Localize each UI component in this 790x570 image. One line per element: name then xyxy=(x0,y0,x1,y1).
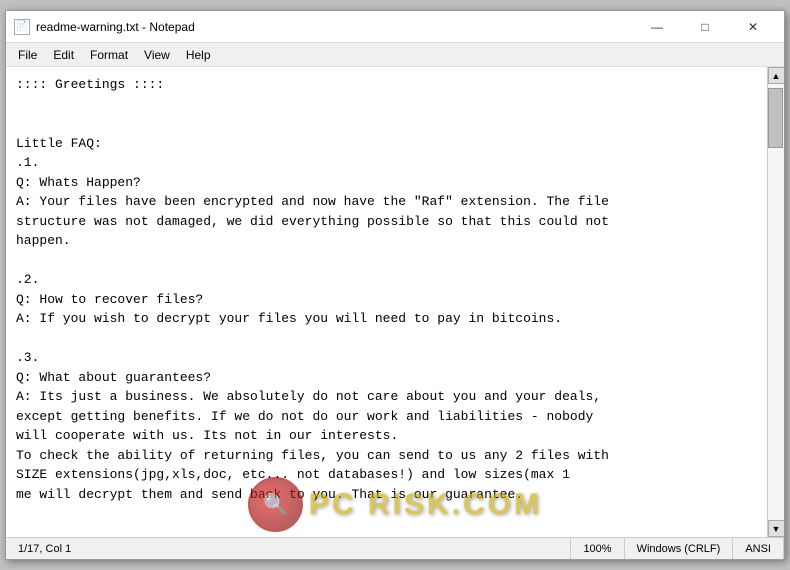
menu-edit[interactable]: Edit xyxy=(45,46,82,64)
scroll-up-button[interactable]: ▲ xyxy=(768,67,785,84)
window-title: readme-warning.txt - Notepad xyxy=(36,20,195,34)
menu-file[interactable]: File xyxy=(10,46,45,64)
status-bar: 1/17, Col 1 100% Windows (CRLF) ANSI xyxy=(6,537,784,559)
content-area: :::: Greetings :::: Little FAQ: .1. Q: W… xyxy=(6,67,784,537)
scroll-track[interactable] xyxy=(768,84,784,520)
menu-format[interactable]: Format xyxy=(82,46,136,64)
text-editor[interactable]: :::: Greetings :::: Little FAQ: .1. Q: W… xyxy=(6,67,767,537)
menu-bar: File Edit Format View Help xyxy=(6,43,784,67)
encoding: ANSI xyxy=(733,538,784,559)
vertical-scrollbar[interactable]: ▲ ▼ xyxy=(767,67,784,537)
maximize-button[interactable]: □ xyxy=(682,12,728,42)
title-bar-left: 📄 readme-warning.txt - Notepad xyxy=(14,19,195,35)
scroll-thumb[interactable] xyxy=(768,88,783,148)
close-button[interactable]: ✕ xyxy=(730,12,776,42)
zoom-level: 100% xyxy=(571,538,624,559)
title-bar-buttons: — □ ✕ xyxy=(634,12,776,42)
scroll-down-button[interactable]: ▼ xyxy=(768,520,785,537)
menu-help[interactable]: Help xyxy=(178,46,219,64)
minimize-button[interactable]: — xyxy=(634,12,680,42)
title-bar: 📄 readme-warning.txt - Notepad — □ ✕ xyxy=(6,11,784,43)
app-icon: 📄 xyxy=(14,19,30,35)
cursor-position: 1/17, Col 1 xyxy=(6,538,571,559)
menu-view[interactable]: View xyxy=(136,46,178,64)
line-ending: Windows (CRLF) xyxy=(625,538,734,559)
notepad-window: 📄 readme-warning.txt - Notepad — □ ✕ Fil… xyxy=(5,10,785,560)
